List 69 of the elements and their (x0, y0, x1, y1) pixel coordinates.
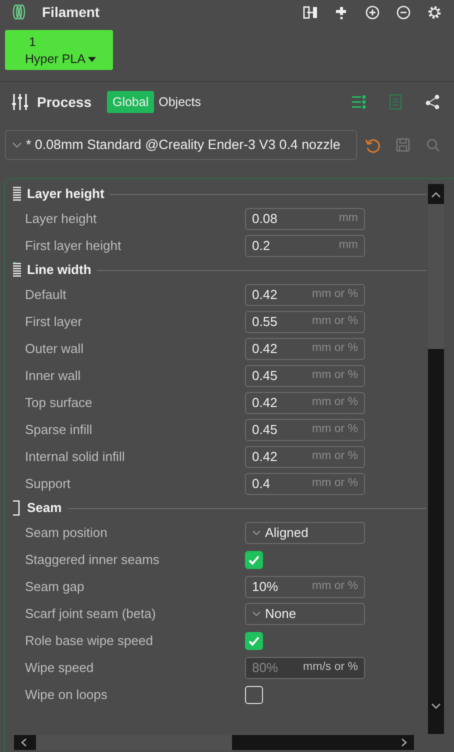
toolbar-button[interactable] (365, 4, 380, 20)
vertical-scrollbar[interactable] (428, 184, 444, 734)
toolbar-button[interactable] (396, 4, 411, 20)
scope-tab[interactable]: Objects (154, 90, 206, 114)
document-icon (388, 94, 403, 110)
filament-slot[interactable]: 1 Hyper PLA (5, 30, 113, 70)
chevron-icon (252, 530, 261, 535)
option-label: Top surface (25, 394, 94, 412)
input-field[interactable]: 0.42 mm or % (245, 392, 365, 414)
nodes-icon (425, 94, 440, 110)
caret-icon (88, 57, 96, 62)
input-field[interactable]: 0.08 mm (245, 208, 365, 230)
input-field[interactable]: 0.42 mm or % (245, 338, 365, 360)
section-title: Seam (27, 499, 62, 518)
checkbox[interactable] (245, 550, 263, 568)
panel-title: Process (37, 92, 92, 112)
reset-button[interactable] (365, 138, 380, 152)
section-title: Line width (27, 261, 92, 280)
search-icon (426, 138, 440, 152)
line-width-icon (12, 262, 22, 278)
spool-icon (12, 4, 26, 20)
input-field[interactable]: 0.42 mm or % (245, 284, 365, 306)
chevron-icon (252, 611, 261, 616)
chevron-icon (12, 142, 22, 148)
view-button[interactable] (351, 94, 366, 110)
input-field[interactable]: 0.42 mm or % (245, 446, 365, 468)
settings-icon (427, 4, 442, 20)
horizontal-scrollbar[interactable] (14, 735, 414, 750)
option-label: Scarf joint seam (beta) (25, 604, 157, 623)
option-label: Seam gap (25, 578, 86, 596)
input-field: 80% mm/s or % (245, 656, 365, 678)
toolbar-button[interactable] (427, 4, 442, 20)
option-label: Sparse infill (25, 420, 94, 439)
sliders-icon (12, 93, 29, 111)
toolbar-button[interactable] (303, 4, 318, 20)
save-icon (396, 138, 410, 152)
layers-icon (12, 186, 22, 202)
option-label: Staggered inner seams (25, 550, 160, 569)
preset-dropdown[interactable]: * 0.08mm Standard @Creality Ender-3 V3 0.4 nozzle (5, 130, 357, 160)
remove-icon (396, 4, 411, 20)
panel-title: Filament (42, 2, 100, 22)
input-field[interactable]: 0.45 mm or % (245, 418, 365, 440)
select-dropdown[interactable]: None (245, 602, 365, 624)
select-dropdown[interactable]: Aligned (245, 522, 365, 544)
option-label: Wipe speed (25, 658, 95, 677)
option-label: Layer height (25, 210, 98, 228)
option-label: Internal solid infill (25, 448, 126, 466)
option-label: Seam position (25, 524, 108, 542)
input-field[interactable]: 0.4 mm or % (245, 472, 365, 494)
input-field[interactable]: 10% mm or % (245, 576, 365, 598)
input-field[interactable]: 0.45 mm or % (245, 364, 365, 386)
sync-icon (303, 4, 318, 20)
section-title: Layer height (27, 185, 104, 204)
list-icon (351, 94, 366, 110)
option-label: First layer height (25, 236, 122, 255)
add-icon (365, 4, 380, 20)
input-field[interactable]: 0.2 mm (245, 234, 365, 256)
option-label: Outer wall (25, 340, 85, 358)
option-label: First layer (25, 312, 84, 331)
seam-icon (12, 500, 22, 516)
option-label: Role base wipe speed (25, 632, 154, 650)
option-label: Support (25, 474, 72, 493)
input-field[interactable]: 0.55 mm or % (245, 310, 365, 332)
undo-icon (365, 138, 380, 152)
checkbox[interactable] (245, 632, 263, 650)
option-label: Default (25, 286, 68, 304)
option-label: Inner wall (25, 366, 82, 385)
view-button[interactable] (425, 94, 440, 110)
option-label: Wipe on loops (25, 686, 108, 704)
